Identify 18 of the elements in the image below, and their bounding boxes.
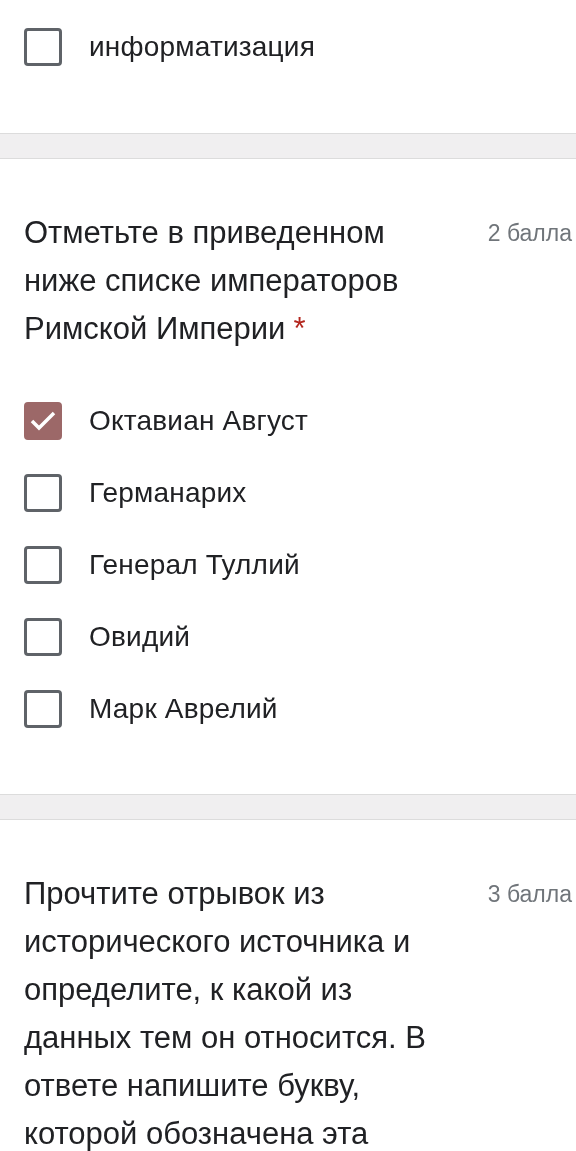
option-label: Германарих xyxy=(89,477,247,509)
option-label: Генерал Туллий xyxy=(89,549,300,581)
points-label: 2 балла xyxy=(487,219,573,248)
checkbox[interactable] xyxy=(24,402,62,440)
checkbox[interactable] xyxy=(24,28,62,66)
question-title: Прочтите отрывок из исторического источника и определите, к какой из данных тем он относится. В ответе напишите букву, которой обозначена эта xyxy=(24,875,427,1151)
checkbox[interactable] xyxy=(24,474,62,512)
points-label: 3 балла xyxy=(487,880,573,909)
check-icon xyxy=(30,411,56,431)
option-label: Октавиан Август xyxy=(89,405,309,437)
required-mark: * xyxy=(293,311,306,346)
option-label: Марк Аврелий xyxy=(89,693,278,725)
checkbox[interactable] xyxy=(24,618,62,656)
checkbox[interactable] xyxy=(24,546,62,584)
checkbox[interactable] xyxy=(24,690,62,728)
question-title: Отметьте в приведенном ниже списке императоров Римской Империи * xyxy=(24,214,400,348)
option-label: информатизация xyxy=(89,31,315,63)
option-label: Овидий xyxy=(89,621,191,653)
